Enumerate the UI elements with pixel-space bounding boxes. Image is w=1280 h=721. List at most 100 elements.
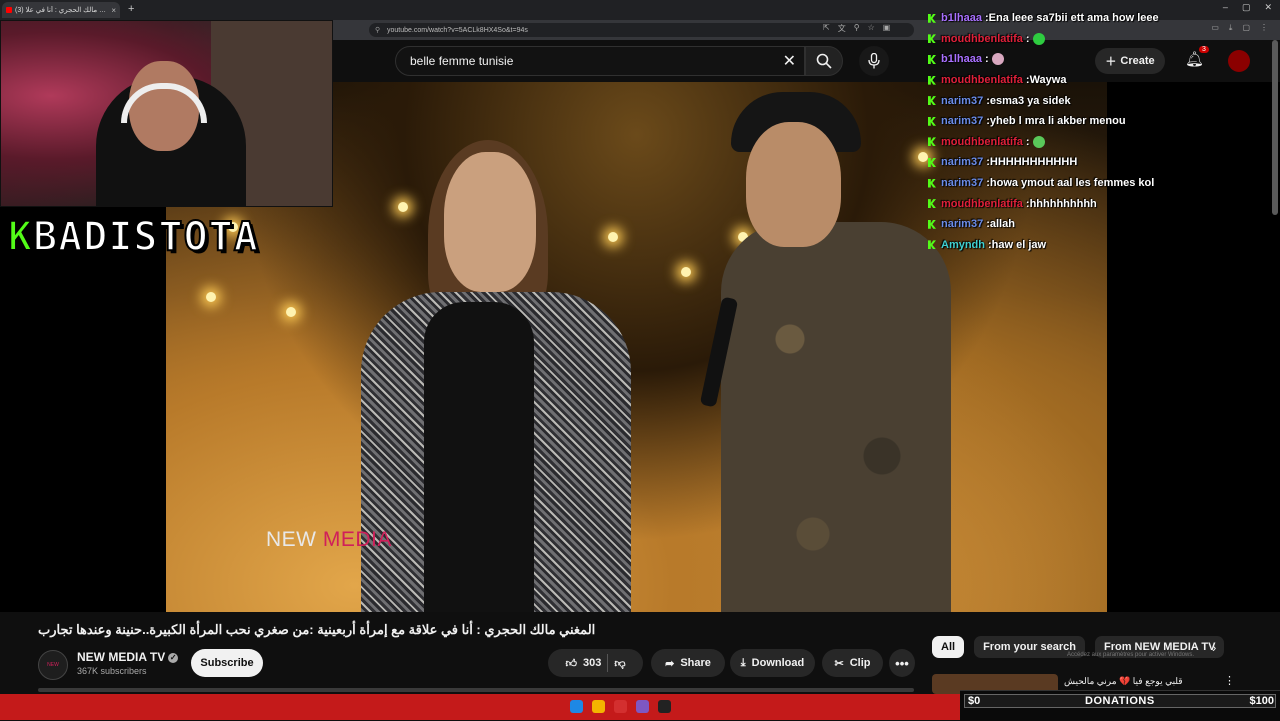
chat-message: narim37: howa ymout aal les femmes kol [928,173,1268,194]
video-title: المغني مالك الحجري : أنا في علاقة مع إمر… [38,622,596,637]
like-dislike-group: 👍︎ 303 👎︎ [548,649,643,677]
chat-username[interactable]: moudhbenlatifa [941,33,1023,45]
channel-name-text: NEW MEDIA TV [77,650,166,664]
address-bar-icons: ⇱ 文 ⚲ ☆ ▣ [823,23,890,34]
kick-badge-icon [928,240,936,250]
video-watermark: NEW MEDIA [266,528,392,552]
windows-start-icon[interactable] [570,700,583,713]
channel-avatar[interactable]: NEW [38,650,68,680]
chat-text: hhhhhhhhhh [1029,197,1097,210]
donations-current: $0 [968,695,981,707]
chat-username[interactable]: narim37 [941,95,983,107]
taskbar-icons [570,700,671,713]
chat-message: narim37: HHHHHHHHHHH [928,152,1268,173]
kick-badge-icon [928,96,936,106]
more-actions-button[interactable]: ••• [889,649,915,677]
chevron-right-icon[interactable]: › [1212,640,1216,655]
open-in-app-icon[interactable]: ⇱ [823,23,830,34]
donations-goal-bar: $0 DONATIONS $100 [960,690,1280,721]
chat-username[interactable]: b1lhaaa [941,53,982,65]
subscriber-count: 367K subscribers [77,666,147,676]
kick-badge-icon [928,219,936,229]
kick-badge-icon [928,178,936,188]
watermark-text-b: MEDIA [322,528,392,551]
windows-activation-notice: Accédez aux paramètres pour activer Wind… [1067,652,1195,658]
youtube-favicon-icon [6,7,12,13]
microphone-icon [868,53,880,69]
chat-username[interactable]: moudhbenlatifa [941,198,1023,210]
streamer-name-overlay: KBADISTOTA [7,213,259,261]
chat-text: Waywa [1029,74,1067,87]
chat-emote-icon [991,53,1004,66]
tab-title: (3) المغني مالك الحجري : أنا في علا [15,7,108,14]
kick-badge-icon [928,34,936,44]
chat-message: narim37: allah [928,214,1268,235]
kick-badge-icon [928,75,936,85]
file-explorer-icon[interactable] [592,700,605,713]
kick-badge-icon [928,137,936,147]
translate-icon[interactable]: 文 [838,23,846,34]
clip-button[interactable]: ✂ Clip [822,649,883,677]
scissors-icon: ✂ [834,657,844,670]
subscribe-button[interactable]: Subscribe [191,649,263,677]
recommended-title[interactable]: قلبي يوجع فيا 💔 مرني مالحيش [1064,676,1214,687]
channel-name[interactable]: NEW MEDIA TV ✓ [77,650,179,664]
chip-all[interactable]: All [932,636,965,658]
discord-icon[interactable] [636,700,649,713]
dislike-button[interactable]: 👎︎ [614,657,625,670]
chat-message: b1lhaaa: [928,49,1268,70]
voice-search-button[interactable] [859,46,889,76]
chat-text: howa ymout aal les femmes kol [989,177,1155,190]
search-query: belle femme tunisie [410,54,514,68]
kick-badge-icon [928,199,936,209]
chat-username[interactable]: b1lhaaa [941,12,982,24]
chat-emote-icon [1032,32,1045,45]
obs-icon[interactable] [658,700,671,713]
chat-text: yheb l mra li akber menou [989,115,1126,128]
browser-icon[interactable] [614,700,627,713]
browser-tab[interactable]: (3) المغني مالك الحجري : أنا في علا × [2,2,120,18]
chat-message: b1lhaaa: Ena leee sa7bii ett ama how lee… [928,8,1268,29]
chat-username[interactable]: moudhbenlatifa [941,136,1023,148]
search-button[interactable] [805,46,843,76]
kick-badge-icon [928,54,936,64]
url-text: youtube.com/watch?v=5ACLk8HX4So&t=94s [387,26,528,34]
chat-emote-icon [1032,135,1045,148]
tab-close-icon[interactable]: × [111,6,116,15]
chat-separator: : [1025,135,1030,148]
chat-message: narim37: yheb l mra li akber menou [928,111,1268,132]
new-tab-button[interactable]: + [128,3,134,15]
share-button[interactable]: ➦ Share [651,649,725,677]
download-button[interactable]: ⤓ Download [730,649,815,677]
streamer-name: BADISTOTA [32,213,259,261]
clear-search-icon[interactable]: ✕ [783,51,796,71]
chat-username[interactable]: narim37 [941,115,983,127]
kick-badge-icon [928,157,936,167]
download-label: Download [751,657,805,669]
watermark-text-a: NEW [266,528,323,551]
kick-badge-icon [928,13,936,23]
bookmark-star-icon[interactable]: ☆ [868,23,875,34]
search-input[interactable]: belle femme tunisie ✕ [395,46,805,76]
kick-logo-icon: K [7,213,34,261]
chat-username[interactable]: narim37 [941,156,983,168]
chat-text: allah [989,218,1015,231]
like-divider [607,654,609,672]
page-scrollbar[interactable] [1272,40,1278,215]
chat-separator: : [1025,32,1030,45]
chat-username[interactable]: Amyndh [941,239,985,251]
chat-message: moudhbenlatifa: hhhhhhhhhh [928,193,1268,214]
recommended-more-icon[interactable]: ⋮ [1224,674,1235,687]
like-button[interactable]: 👍︎ [565,657,577,670]
share-icon: ➦ [665,657,675,670]
chat-message: moudhbenlatifa: Waywa [928,70,1268,91]
streamer-webcam [0,20,333,207]
chat-username[interactable]: narim37 [941,177,983,189]
comments-divider [38,688,914,692]
site-info-icon[interactable]: ⚲ [375,26,380,34]
chat-username[interactable]: narim37 [941,218,983,230]
zoom-icon[interactable]: ⚲ [854,23,860,34]
chat-username[interactable]: moudhbenlatifa [941,74,1023,86]
chat-message: moudhbenlatifa: [928,132,1268,153]
extension-icon[interactable]: ▣ [883,23,891,34]
